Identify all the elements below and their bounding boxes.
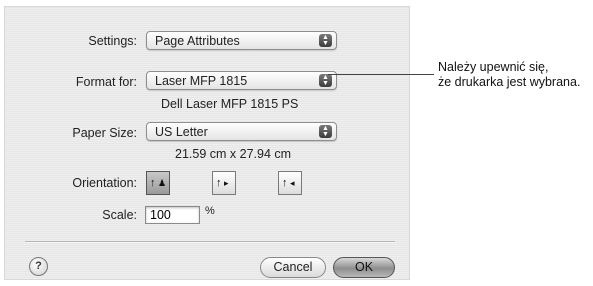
paper-size-popup-value: US Letter bbox=[155, 125, 208, 139]
orientation-portrait-button[interactable]: ↑ ♟ bbox=[146, 171, 170, 195]
scale-input[interactable] bbox=[145, 206, 200, 224]
format-for-label: Format for: bbox=[75, 75, 137, 89]
paper-size-label: Paper Size: bbox=[72, 126, 137, 140]
landscape-left-icon: ↑ bbox=[216, 177, 222, 189]
scale-unit: % bbox=[205, 205, 215, 217]
orientation-landscape-right-button[interactable]: ↑ ◂ bbox=[278, 171, 302, 195]
ok-button[interactable]: OK bbox=[333, 257, 395, 278]
printer-description: Dell Laser MFP 1815 PS bbox=[161, 97, 299, 111]
settings-label: Settings: bbox=[88, 34, 137, 48]
divider bbox=[25, 241, 395, 243]
help-icon: ? bbox=[35, 260, 42, 272]
settings-popup-value: Page Attributes bbox=[155, 34, 240, 48]
help-button[interactable]: ? bbox=[29, 257, 48, 276]
callout-line bbox=[328, 74, 434, 75]
scale-label: Scale: bbox=[102, 208, 137, 222]
format-for-popup-value: Laser MFP 1815 bbox=[155, 74, 248, 88]
page-setup-dialog: Settings: Page Attributes ▲ ▼ Format for:… bbox=[4, 6, 410, 280]
settings-popup[interactable]: Page Attributes ▲ ▼ bbox=[146, 31, 337, 50]
popup-arrows-icon: ▲ ▼ bbox=[319, 34, 332, 47]
orientation-landscape-left-button[interactable]: ↑ ▸ bbox=[212, 171, 236, 195]
cancel-button[interactable]: Cancel bbox=[260, 257, 326, 278]
landscape-right-icon: ↑ bbox=[282, 177, 288, 189]
orientation-label: Orientation: bbox=[72, 176, 137, 190]
paper-size-popup[interactable]: US Letter ▲ ▼ bbox=[146, 122, 337, 141]
portrait-icon: ↑ bbox=[150, 177, 156, 189]
callout-line-2: że drukarka jest wybrana. bbox=[438, 75, 581, 89]
callout-line-1: Należy upewnić się, bbox=[438, 60, 549, 74]
callout-text: Należy upewnić się, że drukarka jest wyb… bbox=[438, 60, 580, 90]
popup-arrows-icon: ▲ ▼ bbox=[319, 125, 332, 138]
popup-arrows-icon: ▲ ▼ bbox=[319, 74, 332, 87]
format-for-popup[interactable]: Laser MFP 1815 ▲ ▼ bbox=[146, 71, 337, 90]
paper-dimensions: 21.59 cm x 27.94 cm bbox=[175, 147, 292, 161]
